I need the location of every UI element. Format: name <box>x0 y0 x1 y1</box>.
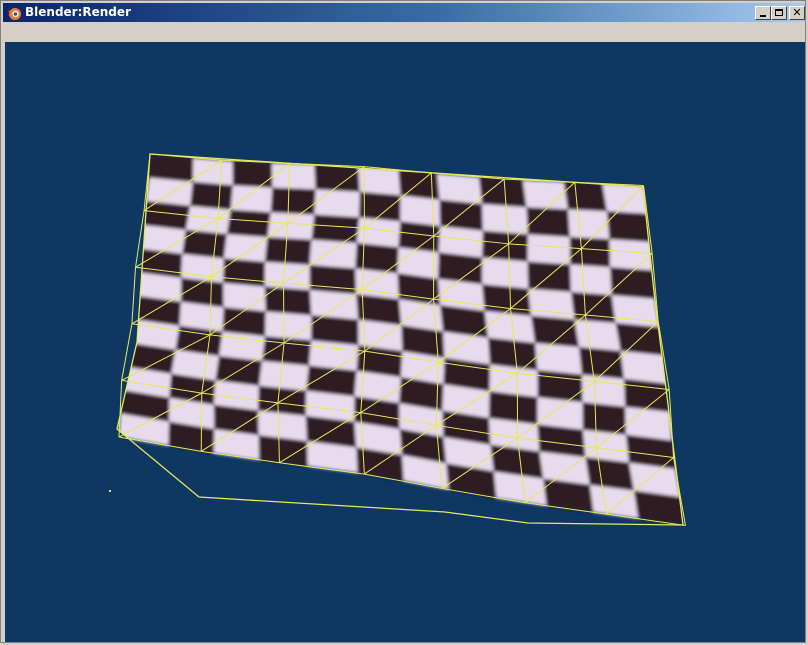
checker-cell <box>192 157 233 186</box>
blender-render-window: Blender:Render ✕ <box>0 0 806 643</box>
checker-cell <box>232 160 273 188</box>
checker-cell <box>615 323 665 356</box>
checker-cell <box>528 288 575 320</box>
checker-cell <box>625 406 672 441</box>
wire-edge <box>131 267 137 324</box>
checker-cell <box>141 201 191 230</box>
checker-cell <box>230 185 273 213</box>
checker-cell <box>611 295 660 328</box>
checker-cell <box>400 195 441 227</box>
checker-cell <box>314 189 360 218</box>
maximize-button[interactable] <box>771 6 787 20</box>
checker-cell <box>535 343 582 375</box>
checker-cell <box>527 234 571 265</box>
checker-cell <box>219 331 266 361</box>
checker-cell <box>478 177 527 208</box>
checker-cell <box>436 173 483 205</box>
checker-cell <box>574 319 621 351</box>
checker-cell <box>527 261 572 293</box>
checker-cell <box>482 204 528 235</box>
checker-cell <box>264 237 312 265</box>
checker-cell <box>484 311 536 344</box>
title-bar[interactable]: Blender:Render ✕ <box>3 3 805 22</box>
checker-cell <box>223 258 265 287</box>
checker-cell <box>309 239 357 269</box>
checker-cell <box>531 315 580 348</box>
checker-cell <box>267 212 315 240</box>
checker-cell <box>314 164 360 192</box>
blender-logo-icon <box>7 8 21 20</box>
checker-cell <box>567 209 610 240</box>
close-button[interactable]: ✕ <box>789 6 805 20</box>
checker-cell <box>309 290 359 320</box>
checker-cell <box>355 268 399 300</box>
render-viewport[interactable] <box>5 42 805 642</box>
checker-cell <box>526 207 570 237</box>
wire-edge <box>282 283 285 344</box>
checker-cell <box>537 397 583 430</box>
checker-cell <box>582 429 630 463</box>
checker-cell <box>570 264 612 296</box>
checker-cell <box>482 257 529 289</box>
checker-cell <box>182 229 227 259</box>
checker-cell <box>149 154 194 182</box>
checker-cell <box>264 261 310 291</box>
checker-cell <box>581 374 626 407</box>
checker-cell <box>569 236 611 268</box>
checker-cell <box>355 242 399 274</box>
checker-cell <box>190 181 233 210</box>
checker-cell <box>271 162 316 190</box>
checker-cell <box>265 311 312 341</box>
checker-cell <box>359 191 401 222</box>
checker-cell <box>308 340 359 371</box>
maximize-icon <box>775 9 783 16</box>
checker-cell <box>223 234 268 262</box>
checker-cell <box>226 209 271 238</box>
checker-cell <box>258 360 309 391</box>
checker-cell <box>270 187 316 215</box>
checkerboard-render <box>109 153 686 526</box>
checker-cell <box>609 239 653 271</box>
checker-cell <box>537 370 583 403</box>
checker-cell <box>309 264 357 295</box>
wire-edge <box>200 393 203 452</box>
vertex-dot <box>109 490 111 492</box>
checker-cell <box>223 282 266 312</box>
checker-texture <box>118 154 683 525</box>
window-title: Blender:Render <box>25 5 131 19</box>
menu-bar <box>3 22 805 41</box>
minimize-button[interactable] <box>755 6 771 20</box>
checker-cell <box>356 217 401 248</box>
checker-cell <box>438 226 483 258</box>
checker-cell <box>145 177 193 206</box>
close-icon: ✕ <box>792 6 802 19</box>
minimize-icon <box>760 15 766 17</box>
checker-cell <box>185 205 231 235</box>
checker-cell <box>181 253 224 283</box>
checker-cell <box>311 214 360 243</box>
